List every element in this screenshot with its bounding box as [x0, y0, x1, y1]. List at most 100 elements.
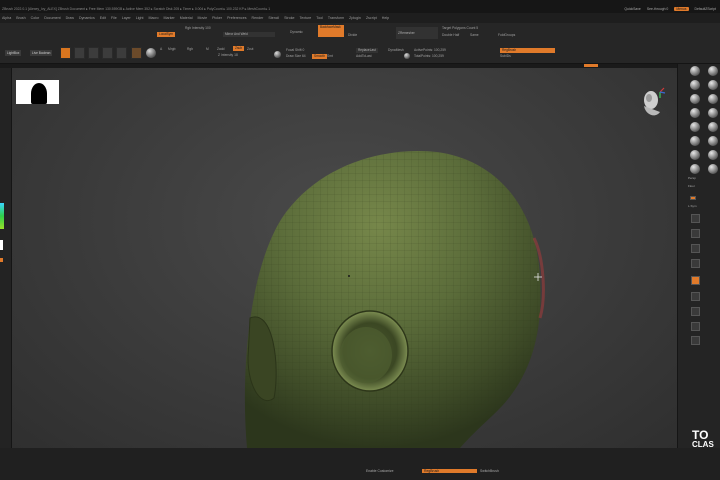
navigation-head-icon[interactable]	[638, 84, 666, 124]
menu-item-alpha[interactable]: Alpha	[2, 16, 11, 20]
live-boolean-button[interactable]: Live Boolean	[30, 50, 53, 56]
divide-button[interactable]: Divide	[348, 33, 357, 37]
menu-item-color[interactable]: Color	[31, 16, 40, 20]
bpr-render-icon[interactable]	[690, 66, 700, 76]
zsub-button[interactable]: Zsub	[233, 46, 245, 51]
line-fill-icon[interactable]	[708, 164, 718, 174]
lightbox-button[interactable]: LightBox	[5, 50, 22, 56]
top-shelf: LightBox Live Boolean A Mrgb Rgb M Zadd …	[0, 23, 720, 64]
dynamesh-button[interactable]: DynaMesh	[388, 48, 404, 52]
m-button[interactable]: M	[206, 47, 209, 51]
rgb-intensity-label[interactable]: Rgb Intensity 100	[185, 26, 211, 30]
material-swatch[interactable]	[131, 47, 142, 59]
z-intensity-slider[interactable]: Z Intensity 18	[218, 53, 238, 57]
local-sym-button[interactable]: LocalSym	[157, 32, 175, 37]
document-canvas[interactable]	[12, 68, 677, 448]
actual-icon[interactable]	[690, 94, 700, 104]
regbrush-field[interactable]: RegBrush	[500, 48, 555, 53]
menu-item-brush[interactable]: Brush	[16, 16, 25, 20]
menu-item-picker[interactable]: Picker	[212, 16, 222, 20]
aahalf-icon[interactable]	[708, 94, 718, 104]
draw-mode-button[interactable]	[74, 47, 85, 59]
lsym-icon[interactable]	[708, 122, 718, 132]
rgb-button[interactable]: Rgb	[187, 47, 193, 51]
backface-mask-button[interactable]: BackfaceMask	[318, 25, 344, 37]
quicksave-button[interactable]: QuickSave	[624, 7, 640, 11]
menu-item-movie[interactable]: Movie	[198, 16, 208, 20]
move-view-icon[interactable]	[690, 150, 700, 160]
sculpt-mesh[interactable]	[12, 68, 677, 448]
menu-item-transform[interactable]: Transform	[328, 16, 344, 20]
solo-button[interactable]	[691, 322, 700, 331]
smt-button[interactable]: Smt	[327, 54, 333, 58]
menu-item-file[interactable]: File	[111, 16, 117, 20]
draw-size-slider[interactable]: Draw Size 64	[286, 54, 306, 58]
focal-shift-slider[interactable]: Focal Shift 0	[286, 48, 304, 52]
material-sphere-icon[interactable]	[146, 48, 156, 58]
see-through-slider[interactable]: See-through 0	[647, 7, 669, 11]
ghost-button[interactable]	[691, 307, 700, 316]
menu-item-stencil[interactable]: Stencil	[268, 16, 279, 20]
local-icon[interactable]	[690, 122, 700, 132]
move-button[interactable]	[691, 229, 700, 238]
menu-item-render[interactable]: Render	[252, 16, 264, 20]
main-color-swatch[interactable]	[0, 240, 3, 250]
move-mode-button[interactable]	[88, 47, 99, 59]
menu-item-marker[interactable]: Marker	[164, 16, 175, 20]
double-half-button[interactable]: Double Half	[442, 33, 459, 37]
xyz-icon[interactable]	[690, 136, 700, 146]
scale-mode-button[interactable]	[102, 47, 113, 59]
menu-item-preferences[interactable]: Preferences	[227, 16, 246, 20]
menu-item-help[interactable]: Help	[382, 16, 389, 20]
edit-mode-button[interactable]	[60, 47, 71, 59]
menu-item-zplugin[interactable]: Zplugin	[349, 16, 361, 20]
zoom3d-icon[interactable]	[708, 150, 718, 160]
default-zscript-button[interactable]: DefaultZScript	[695, 7, 716, 11]
fold-groups-button[interactable]: FoldGroups	[498, 33, 515, 37]
color-picker-gradient[interactable]	[0, 203, 4, 229]
brush-icon	[404, 53, 410, 59]
menu-item-texture[interactable]: Texture	[300, 16, 312, 20]
zadd-button[interactable]: Zadd	[217, 47, 225, 51]
switch-brush-button[interactable]: SwitchBrush	[480, 469, 499, 473]
polyf-button[interactable]	[691, 276, 700, 285]
menu-item-document[interactable]: Document	[44, 16, 60, 20]
spix-icon[interactable]	[708, 66, 718, 76]
scroll-icon[interactable]	[690, 80, 700, 90]
lsym-toggle[interactable]	[690, 196, 696, 200]
dynamic-persp-icon[interactable]	[690, 108, 700, 118]
mrgb-button[interactable]: Mrgb	[168, 47, 176, 51]
target-polygons-slider[interactable]: Target Polygons Count 5	[442, 26, 478, 30]
rotate-view-icon[interactable]	[690, 164, 700, 174]
smooth-toggle[interactable]: Smooth	[312, 54, 327, 59]
replace-last-button[interactable]: ReplaceLast	[356, 48, 378, 53]
xpose-button[interactable]	[691, 336, 700, 345]
menu-item-light[interactable]: Light	[136, 16, 144, 20]
frame-button[interactable]	[691, 214, 700, 223]
zcut-button[interactable]: Zcut	[247, 47, 253, 51]
transp-button[interactable]	[691, 292, 700, 301]
menu-item-tool[interactable]: Tool	[316, 16, 323, 20]
mirror-and-weld-button[interactable]: Mirror And Weld	[223, 32, 275, 37]
same-button[interactable]: Same	[470, 33, 479, 37]
menu-item-draw[interactable]: Draw	[66, 16, 74, 20]
menu-item-material[interactable]: Material	[180, 16, 193, 20]
frame-icon[interactable]	[708, 136, 718, 146]
floor-icon[interactable]	[708, 108, 718, 118]
add-to-last-button[interactable]: AddToLast	[356, 54, 372, 58]
menu-item-zscript[interactable]: Zscript	[366, 16, 377, 20]
enable-customize-button[interactable]: Enable Customize	[366, 469, 394, 473]
regbrush-bottom-field[interactable]: RegBrush	[422, 469, 477, 473]
rotate-button[interactable]	[691, 259, 700, 268]
menus-button[interactable]: Menus	[674, 7, 689, 11]
menu-item-stroke[interactable]: Stroke	[284, 16, 294, 20]
secondary-color-swatch[interactable]	[0, 258, 3, 262]
zoom3d-button[interactable]	[691, 244, 700, 253]
menu-item-layer[interactable]: Layer	[122, 16, 131, 20]
zremesher-button[interactable]: ZRemesher	[396, 27, 438, 39]
zoom-icon[interactable]	[708, 80, 718, 90]
menu-item-dynamics[interactable]: Dynamics	[79, 16, 95, 20]
menu-item-edit[interactable]: Edit	[100, 16, 106, 20]
menu-item-macro[interactable]: Macro	[149, 16, 159, 20]
rotate-mode-button[interactable]	[116, 47, 127, 59]
